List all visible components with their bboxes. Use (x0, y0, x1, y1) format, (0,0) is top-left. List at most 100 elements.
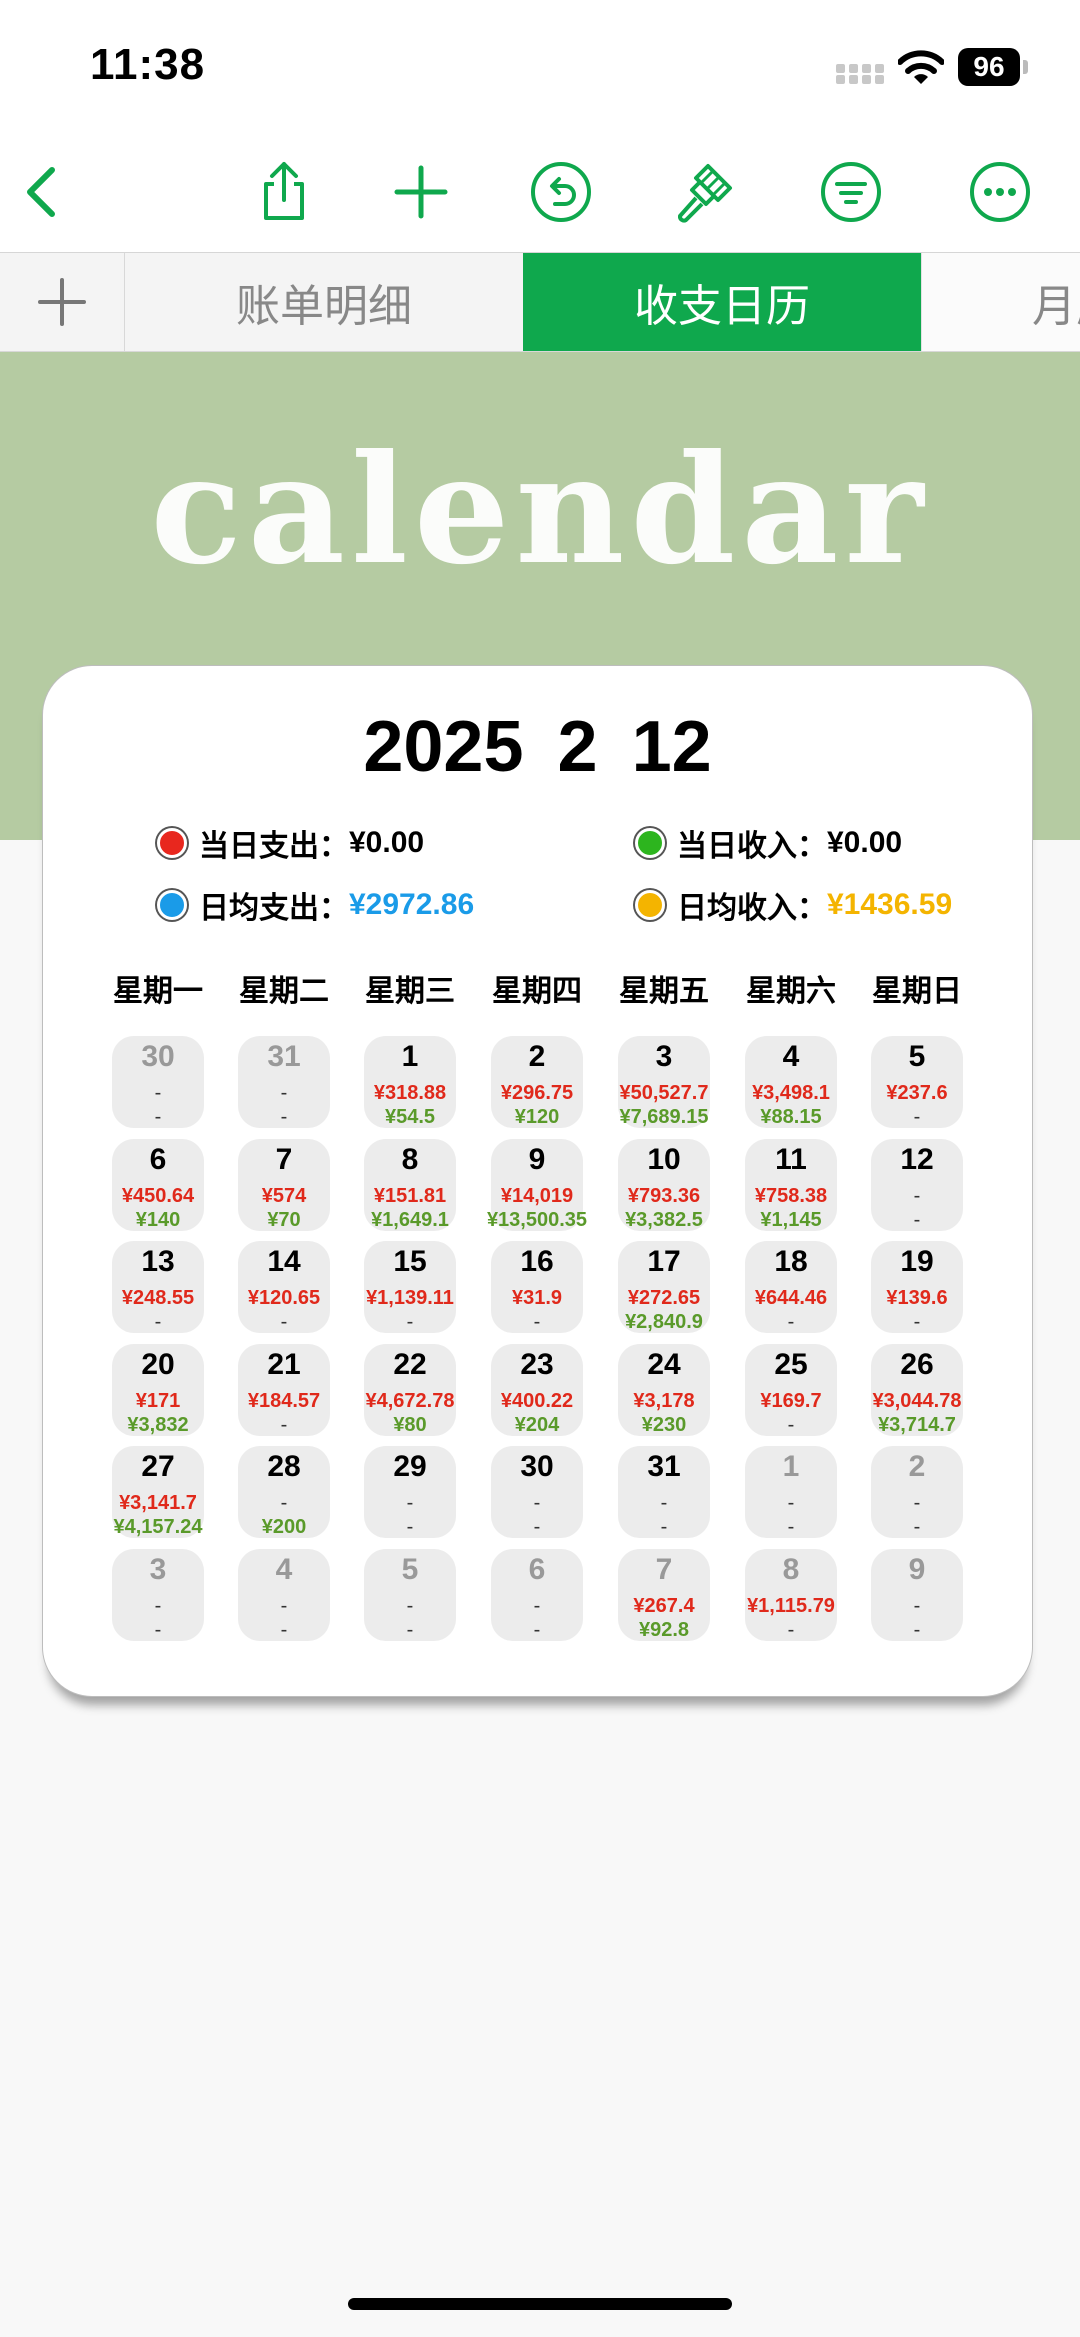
undo-button[interactable] (527, 158, 595, 226)
calendar-day-cell[interactable]: 6-- (491, 1548, 583, 1641)
tab-monthly[interactable]: 月度 (921, 253, 1080, 351)
share-button[interactable] (250, 158, 318, 226)
weekday-label: 星期日 (872, 975, 962, 1008)
calendar-day-cell[interactable]: 30- - (112, 1036, 204, 1128)
day-number: 26 (900, 1347, 934, 1381)
legend-today-income: 当日收入： ¥0.00 (635, 821, 902, 865)
day-expense: - (913, 1184, 921, 1207)
calendar-day-cell[interactable]: 20 ¥171 ¥3,832 (112, 1343, 204, 1436)
weekday-label: 星期四 (492, 975, 582, 1008)
banner-title: calendar (150, 422, 930, 598)
calendar-day-cell[interactable]: 29- - (364, 1446, 456, 1538)
calendar-day-cell[interactable]: 31- - (618, 1446, 710, 1538)
weekday-header: 星期一 星期二 星期三 星期四 星期五 星期六 星期日 (113, 966, 1013, 1008)
calendar-day-cell[interactable]: 26 ¥3,044.78 ¥3,714.7 (871, 1343, 963, 1436)
home-indicator[interactable] (348, 2298, 732, 2310)
sheet-tabs: 账单明细 收支日历 月度 (0, 253, 1080, 352)
calendar-day-cell[interactable]: 21 ¥184.57- (238, 1343, 330, 1436)
calendar-day-cell[interactable]: 6 ¥450.64 ¥140 (112, 1138, 204, 1231)
back-button[interactable] (10, 158, 78, 226)
calendar-day-cell[interactable]: 13 ¥248.55- (112, 1241, 204, 1333)
red-dot-icon (157, 828, 187, 858)
calendar-day-cell[interactable]: 3 ¥50,527.7 ¥7,689.15 (618, 1036, 710, 1128)
calendar-day-cell[interactable]: 17 ¥272.65 ¥2,840.9 (618, 1241, 710, 1333)
calendar-day-cell[interactable]: 10 ¥793.36 ¥3,382.5 (618, 1138, 710, 1231)
wifi-icon (898, 50, 944, 84)
more-icon (970, 162, 1030, 222)
battery-icon: 96 (958, 48, 1030, 86)
day-income: - (913, 1208, 921, 1231)
orange-dot-icon (635, 890, 665, 920)
calendar-day-cell[interactable]: 7 ¥267.4 ¥92.8 (618, 1548, 710, 1641)
chevron-left-icon (27, 167, 55, 217)
calendar-day-cell[interactable]: 19 ¥139.6- (871, 1241, 963, 1333)
calendar-day-cell[interactable]: 8 ¥1,115.79- (745, 1548, 837, 1641)
calendar-day-cell[interactable]: 4 ¥3,498.1 ¥88.15 (745, 1036, 837, 1128)
calendar-day-cell[interactable]: 31- - (238, 1036, 330, 1128)
day-expense: ¥237.6 (886, 1082, 948, 1104)
plus-icon (38, 278, 86, 326)
more-button[interactable] (966, 158, 1034, 226)
day-number: 9 (908, 1552, 926, 1586)
battery-level: 96 (958, 48, 1020, 86)
day-number: 2 (908, 1450, 926, 1483)
legend-avg-expense: 日均支出： ¥2972.86 (157, 883, 474, 927)
calendar-day-cell[interactable]: 1-- (745, 1446, 837, 1538)
day-expense: - (913, 1594, 921, 1617)
calendar-day-cell[interactable]: 24 ¥3,178 ¥230 (618, 1343, 710, 1436)
tab-bill-details[interactable]: 账单明细 (125, 253, 523, 351)
calendar-day-cell[interactable]: 2 -- (871, 1446, 963, 1538)
day-income: ¥3,714.7 (878, 1413, 956, 1436)
calendar-day-cell[interactable]: 5-- (364, 1548, 456, 1641)
day-income: - (913, 1311, 921, 1333)
calendar-day-cell[interactable]: 9 ¥14,019 ¥13,500.35 (487, 1138, 587, 1231)
calendar-day-cell[interactable]: 3-- (112, 1548, 204, 1641)
add-sheet-button[interactable] (0, 253, 125, 351)
calendar-day-cell[interactable]: 9 -- (871, 1548, 963, 1641)
day-expense: ¥3,044.78 (872, 1389, 962, 1412)
calendar-day-cell[interactable]: 5 ¥237.6- (871, 1036, 963, 1128)
selected-date: 2025 2 12 (363, 707, 712, 787)
status-bar: 11:38 96 (0, 0, 1080, 130)
calendar-day-cell[interactable]: 8 ¥151.81 ¥1,649.1 (364, 1138, 456, 1231)
format-brush-button[interactable] (670, 158, 738, 226)
calendar-day-cell[interactable]: 1 ¥318.88 ¥54.5 (364, 1036, 456, 1128)
weekday-label: 星期六 (746, 975, 836, 1008)
weekday-label: 星期五 (619, 975, 709, 1008)
day-number: 12 (900, 1142, 934, 1176)
calendar-day-cell[interactable]: 27 ¥3,141.7 ¥4,157.24 (112, 1446, 204, 1538)
day-expense: ¥139.6 (886, 1287, 948, 1309)
day-number: 5 (908, 1040, 926, 1073)
status-time: 11:38 (90, 40, 206, 89)
calendar-day-cell[interactable]: 15 ¥1,139.11- (364, 1241, 456, 1333)
green-dot-icon (635, 828, 665, 858)
calendar-day-cell[interactable]: 2 ¥296.75 ¥120 (491, 1036, 583, 1128)
calendar-day-cell[interactable]: 4-- (238, 1548, 330, 1641)
legend-today-expense: 当日支出： ¥0.00 (157, 821, 424, 865)
cellular-signal-icon (836, 64, 884, 84)
blue-dot-icon (157, 890, 187, 920)
share-icon (264, 162, 304, 220)
weekday-label: 星期二 (239, 975, 329, 1008)
calendar-day-cell[interactable]: 23 ¥400.22 ¥204 (491, 1343, 583, 1436)
calendar-day-cell[interactable]: 30- - (491, 1446, 583, 1538)
day-expense: - (913, 1492, 921, 1514)
calendar-day-cell[interactable]: 22 ¥4,672.78 ¥80 (364, 1343, 456, 1436)
calendar-day-cell[interactable]: 18 ¥644.46- (745, 1241, 837, 1333)
calendar-day-cell[interactable]: 14 ¥120.65- (238, 1241, 330, 1333)
weekday-label: 星期一 (113, 975, 203, 1008)
legend-avg-income: 日均收入： ¥1436.59 (635, 883, 952, 927)
calendar-day-cell[interactable]: 16 ¥31.9- (491, 1241, 583, 1333)
calendar-day-cell[interactable]: 11 ¥758.38 ¥1,145 (745, 1138, 837, 1231)
calendar-day-cell[interactable]: 12 - - (871, 1138, 963, 1231)
weekday-label: 星期三 (365, 975, 455, 1008)
day-income: - (913, 1618, 921, 1641)
calendar-day-cell[interactable]: 28- ¥200 (238, 1446, 330, 1538)
calendar-day-cell[interactable]: 7 ¥574 ¥70 (238, 1138, 330, 1231)
toolbar (0, 130, 1080, 253)
tab-calendar[interactable]: 收支日历 (523, 253, 921, 351)
calendar-day-cell[interactable]: 25 ¥169.7- (745, 1343, 837, 1436)
add-button[interactable] (387, 158, 455, 226)
filter-button[interactable] (817, 158, 885, 226)
day-income: - (913, 1106, 921, 1128)
